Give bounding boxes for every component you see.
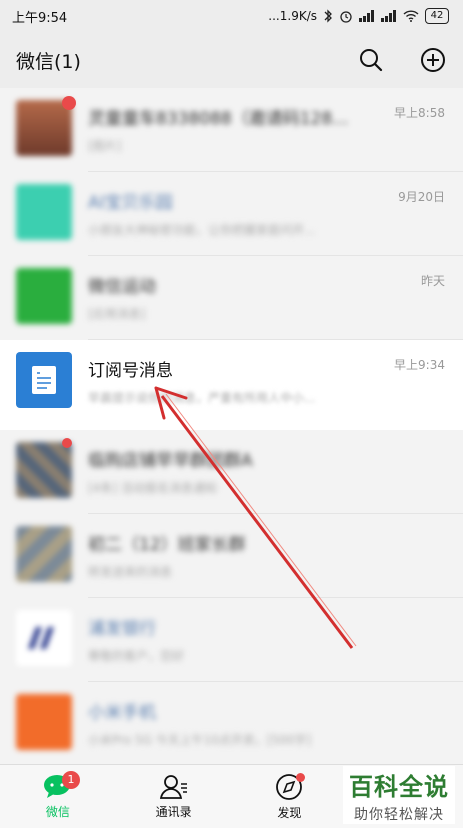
bluetooth-icon [324,9,332,23]
avatar [16,268,72,324]
chat-list: 灵童童车8338088（邀请码128... [图片] 早上8:58 AI宝贝乐园… [0,88,463,766]
chat-preview: [4条] 活动报名消息通知 [88,481,217,495]
watermark-title: 百科全说 [349,772,449,801]
chat-preview: 尊敬的客户，您好 [88,649,185,663]
chat-preview: 早晨提示说你的消息，严重有所用人中小... [88,391,316,405]
chat-preview: 小朋友大神秘密功能，让你把握家庭问开... [88,223,316,237]
tab-chats[interactable]: 微信 1 [0,765,116,828]
battery-indicator: 42 [425,8,449,24]
chat-preview: [图片] [88,139,122,153]
contacts-icon [159,774,187,799]
chat-row-0[interactable]: 灵童童车8338088（邀请码128... [图片] 早上8:58 [0,88,463,172]
avatar [16,610,72,666]
tab-contacts[interactable]: 通讯录 [116,765,232,828]
signal-icon-2 [381,10,396,22]
chat-row-7[interactable]: 小米手机 小米Pro 5G 今天上午10点开卖，[500字] [0,682,463,766]
chat-time: 早上8:58 [394,106,445,120]
bank-logo-icon [28,627,54,649]
status-bar: 上午9:54 ...1.9K/s 42 [0,0,463,32]
watermark-subtitle: 助你轻松解决 [354,806,444,823]
wechat-screen: 上午9:54 ...1.9K/s 42 微信(1) 灵童童车8338088（邀请… [0,0,463,828]
chat-row-5[interactable]: 初二（12）班家长群 转发送来的消息 [0,514,463,598]
chat-row-2[interactable]: 微信运动 [应用消息] 昨天 [0,256,463,340]
tab-discover[interactable]: 发现 [232,765,348,828]
app-header: 微信(1) [0,32,463,88]
avatar [16,442,72,498]
avatar [16,526,72,582]
chat-preview: 小米Pro 5G 今天上午10点开卖，[500字] [88,733,312,747]
document-icon [32,366,56,394]
chat-time: 早上9:34 [394,358,445,372]
avatar [16,352,72,408]
chat-preview: [应用消息] [88,307,146,321]
status-icons: ...1.9K/s 42 [268,8,449,24]
unread-dot [62,96,76,110]
chat-row-4[interactable]: 临购店铺早早群团群A [4条] 活动报名消息通知 [0,430,463,514]
discover-dot [295,773,305,782]
alarm-icon [340,11,352,23]
chat-name: 浦发银行 [88,619,156,639]
status-time: 上午9:54 [12,10,68,26]
chat-preview: 转发送来的消息 [88,565,173,579]
tab-label: 通讯录 [155,804,192,819]
tab-label: 发现 [277,805,302,820]
chat-name: 小米手机 [88,703,156,723]
network-speed: ...1.9K/s [268,9,317,23]
unread-dot [62,438,72,448]
header-actions [357,46,447,74]
chat-time: 9月20日 [398,190,445,204]
chat-row-6[interactable]: 浦发银行 尊敬的客户，您好 [0,598,463,682]
chat-name: 初二（12）班家长群 [88,535,246,555]
unread-count-badge: 1 [62,771,80,789]
signal-icon [359,10,374,22]
chat-name: 临购店铺早早群团群A [88,451,253,471]
chat-name: 微信运动 [88,277,156,297]
page-title: 微信(1) [16,50,81,73]
chat-time: 昨天 [420,274,445,288]
add-button[interactable] [419,46,447,74]
chat-row-1[interactable]: AI宝贝乐园 小朋友大神秘密功能，让你把握家庭问开... 9月20日 [0,172,463,256]
chat-row-subscriptions[interactable]: 订阅号消息 早晨提示说你的消息，严重有所用人中小... 早上9:34 [0,340,463,430]
wifi-icon [403,10,419,22]
plus-circle-icon [421,48,445,72]
avatar [16,694,72,750]
search-button[interactable] [357,46,385,74]
search-icon [360,49,383,72]
watermark-logo: 百科全说 助你轻松解决 [343,766,455,824]
tab-label: 微信 [45,804,70,819]
chat-name: AI宝贝乐园 [88,193,173,213]
avatar [16,184,72,240]
